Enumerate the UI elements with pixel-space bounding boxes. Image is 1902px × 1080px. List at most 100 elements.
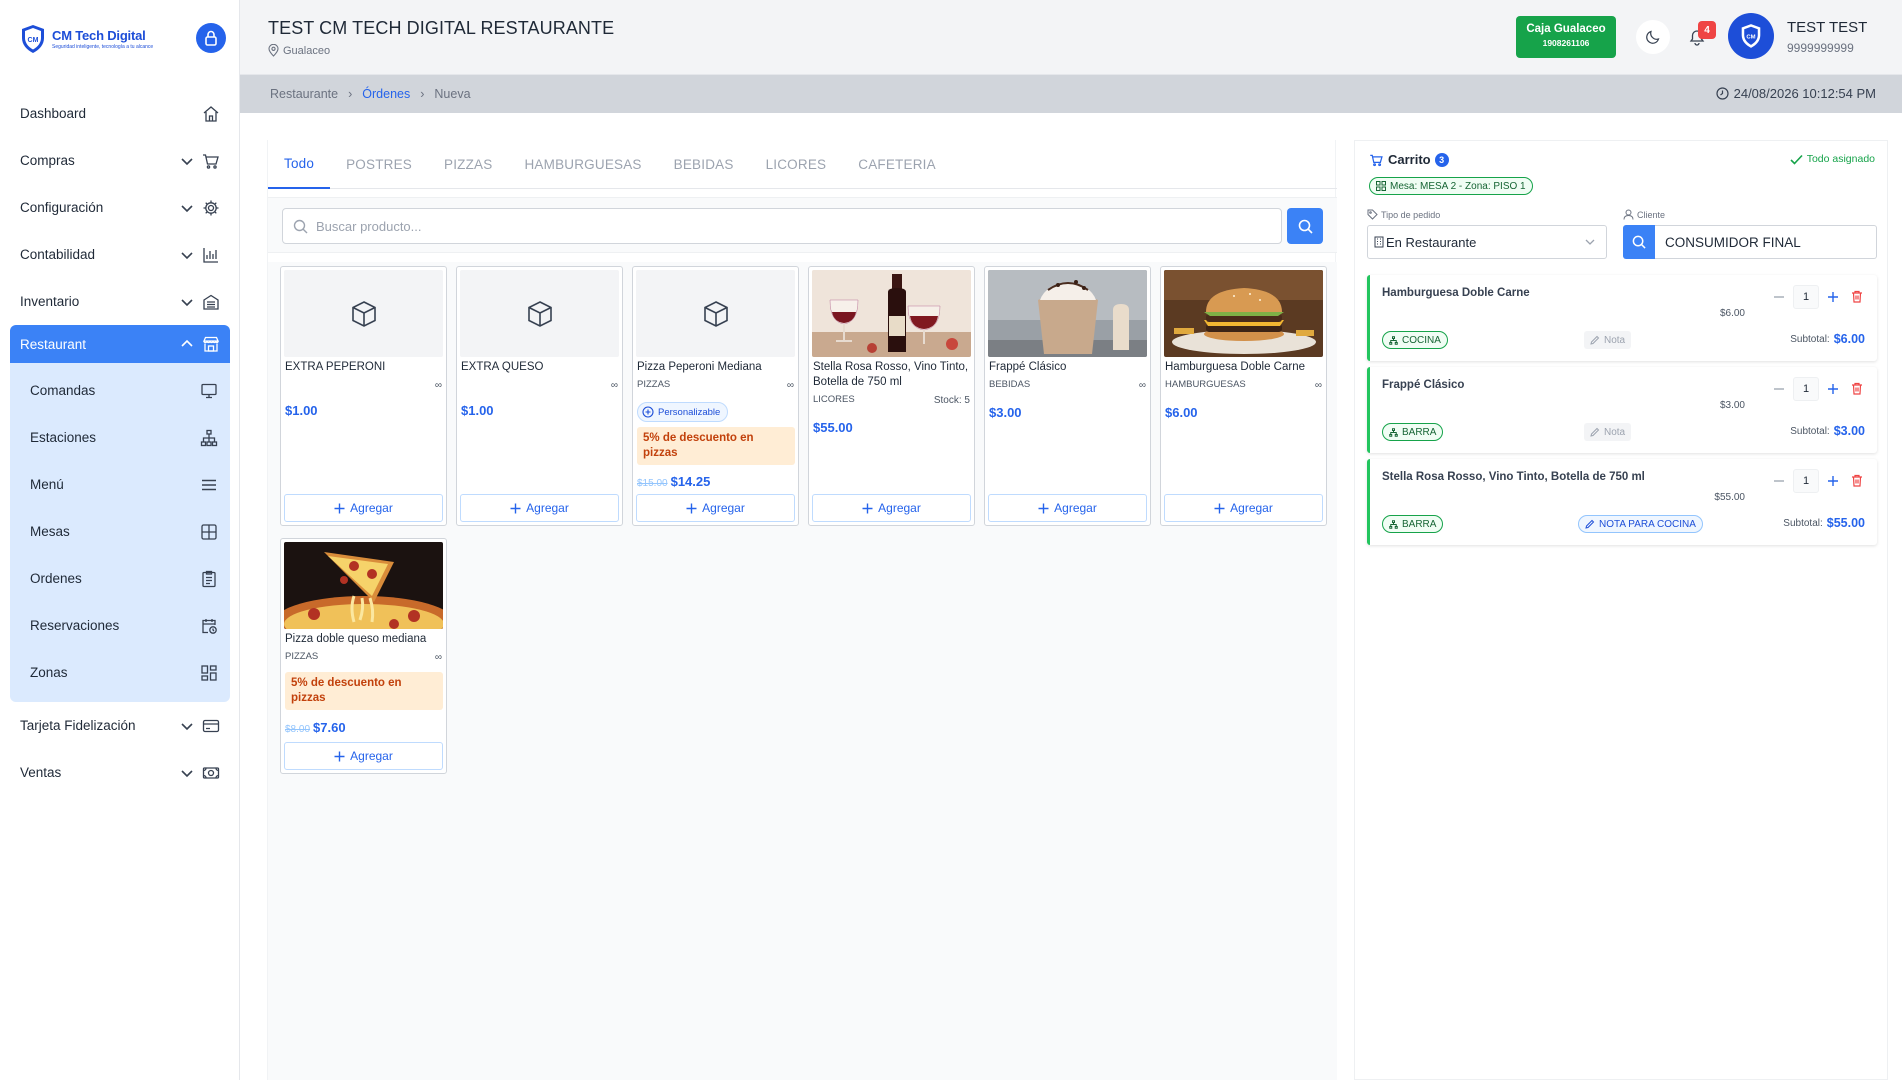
sidebar-item-contabilidad[interactable]: Contabilidad (10, 231, 230, 278)
page-title: TEST CM TECH DIGITAL RESTAURANTE (268, 18, 615, 38)
breadcrumb-root[interactable]: Restaurante (270, 87, 338, 101)
menu-lines-icon (200, 476, 218, 494)
search-field (282, 208, 1282, 244)
tab-pizzas[interactable]: PIZZAS (428, 140, 508, 189)
search-button[interactable] (1287, 208, 1323, 244)
chevron-down-icon (1585, 239, 1595, 245)
shield-logo-icon: CM (1741, 24, 1761, 48)
tab-hamburguesas[interactable]: HAMBURGUESAS (508, 140, 657, 189)
sidebar-item-comandas[interactable]: Comandas (10, 367, 230, 414)
breadcrumb-separator: › (420, 87, 425, 101)
add-product-button[interactable]: Agregar (988, 494, 1147, 522)
sidebar-item-restaurant[interactable]: Restaurant (10, 325, 230, 363)
sidebar-item-ventas[interactable]: Ventas (10, 749, 230, 796)
add-product-button[interactable]: Agregar (284, 494, 443, 522)
personalizable-badge[interactable]: Personalizable (637, 402, 729, 422)
lock-button[interactable] (196, 23, 226, 53)
product-card[interactable]: Stella Rosa Rosso, Vino Tinto, Botella d… (808, 266, 975, 526)
plus-icon (862, 503, 873, 513)
tab-postres[interactable]: POSTRES (330, 140, 428, 189)
product-card[interactable]: Frappé Clásico BEBIDAS ∞ $3.00 Agregar (984, 266, 1151, 526)
sidebar-item-zonas[interactable]: Zonas (10, 649, 230, 696)
minus-icon[interactable] (1773, 291, 1785, 303)
add-product-button[interactable]: Agregar (812, 494, 971, 522)
product-stock: ∞ (610, 380, 618, 391)
sidebar-item-dashboard[interactable]: Dashboard (10, 90, 230, 137)
plus-icon[interactable] (1827, 475, 1839, 487)
delete-item-button[interactable] (1851, 474, 1863, 490)
sidebar-item-configuracion[interactable]: Configuración (10, 184, 230, 231)
add-product-button[interactable]: Agregar (636, 494, 795, 522)
station-badge[interactable]: BARRA (1382, 423, 1444, 441)
quantity-value[interactable]: 1 (1793, 285, 1819, 309)
avatar[interactable]: CM (1728, 13, 1774, 59)
brand-logo[interactable]: CM CM Tech Digital Seguridad inteligente… (20, 24, 153, 54)
cart-item: Stella Rosa Rosso, Vino Tinto, Botella d… (1367, 459, 1877, 545)
product-card[interactable]: Hamburguesa Doble Carne HAMBURGUESAS ∞ $… (1160, 266, 1327, 526)
product-name: EXTRA QUESO (461, 361, 544, 373)
add-product-button[interactable]: Agregar (460, 494, 619, 522)
dark-mode-toggle[interactable] (1636, 20, 1670, 54)
product-card[interactable]: Pizza Peperoni Mediana PIZZAS ∞ Personal… (632, 266, 799, 526)
quantity-value[interactable]: 1 (1793, 377, 1819, 401)
sidebar-item-compras[interactable]: Compras (10, 137, 230, 184)
plus-icon (1038, 503, 1049, 513)
sidebar-item-label: Estaciones (30, 430, 97, 445)
add-product-button[interactable]: Agregar (284, 742, 443, 770)
station-badge[interactable]: COCINA (1382, 331, 1448, 349)
product-grid: EXTRA PEPERONI ∞ $1.00 Agregar EXTRA QUE… (268, 262, 1337, 1080)
tipo-pedido-select[interactable]: En Restaurante (1367, 225, 1607, 259)
product-card[interactable]: Pizza doble queso mediana PIZZAS ∞ 5% de… (280, 538, 447, 774)
location-label: Gualaceo (283, 44, 331, 57)
minus-icon[interactable] (1773, 475, 1785, 487)
sidebar-item-menu[interactable]: Menú (10, 461, 230, 508)
add-label: Agregar (1230, 501, 1273, 515)
mesa-badge[interactable]: Mesa: MESA 2 - Zona: PISO 1 (1369, 177, 1533, 195)
tab-bebidas[interactable]: BEBIDAS (658, 140, 750, 189)
delete-item-button[interactable] (1851, 382, 1863, 398)
note-button[interactable]: NOTA PARA COCINA (1578, 515, 1703, 533)
plus-icon[interactable] (1827, 291, 1839, 303)
product-stock: ∞ (434, 652, 442, 663)
chevron-down-icon (178, 152, 196, 170)
note-button[interactable]: Nota (1584, 331, 1632, 349)
cliente-field[interactable]: CONSUMIDOR FINAL (1655, 225, 1877, 259)
sidebar-item-estaciones[interactable]: Estaciones (10, 414, 230, 461)
sidebar-item-inventario[interactable]: Inventario (10, 278, 230, 325)
quantity-value[interactable]: 1 (1793, 469, 1819, 493)
cart-title: Carrito (1388, 152, 1431, 167)
product-card[interactable]: EXTRA QUESO ∞ $1.00 Agregar (456, 266, 623, 526)
product-category: LICORES (813, 394, 855, 405)
station-badge[interactable]: BARRA (1382, 515, 1444, 533)
cliente-search-button[interactable] (1623, 225, 1655, 259)
sidebar-item-label: Inventario (20, 294, 80, 309)
tab-cafeteria[interactable]: CAFETERIA (842, 140, 952, 189)
sidebar-item-ordenes[interactable]: Ordenes (10, 555, 230, 602)
product-card[interactable]: EXTRA PEPERONI ∞ $1.00 Agregar (280, 266, 447, 526)
cart-item-unit-price: $6.00 (1719, 308, 1745, 319)
caja-button[interactable]: Caja Gualaceo 1908261106 (1516, 16, 1616, 58)
box-icon (703, 300, 728, 327)
table-grid-icon (200, 523, 218, 541)
sidebar-item-label: Mesas (30, 524, 70, 539)
tab-todo[interactable]: Todo (268, 140, 331, 189)
sidebar-item-mesas[interactable]: Mesas (10, 508, 230, 555)
note-button[interactable]: Nota (1584, 423, 1632, 441)
breadcrumb-ordenes-link[interactable]: Órdenes (362, 87, 410, 101)
pencil-icon (1590, 335, 1600, 345)
delete-item-button[interactable] (1851, 290, 1863, 306)
tab-licores[interactable]: LICORES (750, 140, 843, 189)
search-input[interactable] (316, 218, 1216, 234)
plus-icon[interactable] (1827, 383, 1839, 395)
cliente-label-text: Cliente (1637, 209, 1666, 220)
minus-icon[interactable] (1773, 383, 1785, 395)
cart-item: Frappé Clásico $3.00 1 BARRA Nota Subtot… (1367, 367, 1877, 453)
product-stock: ∞ (434, 380, 442, 391)
add-product-button[interactable]: Agregar (1164, 494, 1323, 522)
sidebar-item-tarjeta-fidelizacion[interactable]: Tarjeta Fidelización (10, 702, 230, 749)
sidebar-item-reservaciones[interactable]: Reservaciones (10, 602, 230, 649)
sidebar-item-label: Dashboard (20, 106, 87, 121)
discount-badge: 5% de descuento en pizzas (285, 672, 443, 710)
add-label: Agregar (526, 501, 569, 515)
quantity-stepper: 1 (1773, 469, 1839, 493)
